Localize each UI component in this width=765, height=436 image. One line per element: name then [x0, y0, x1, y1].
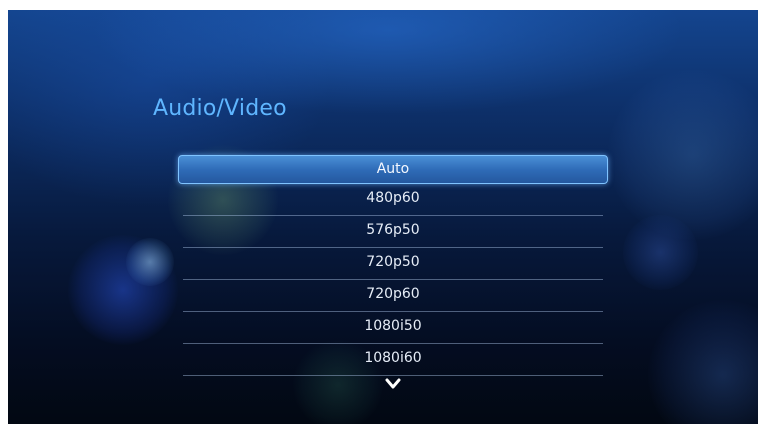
bokeh-light	[608, 70, 758, 240]
resolution-option-720p60[interactable]: 720p60	[183, 280, 603, 312]
bokeh-light	[623, 215, 698, 290]
resolution-option-576p50[interactable]: 576p50	[183, 216, 603, 248]
bokeh-light	[68, 235, 178, 345]
resolution-option-auto[interactable]: Auto	[178, 155, 608, 184]
resolution-option-480p60[interactable]: 480p60	[183, 184, 603, 216]
bokeh-light	[126, 238, 174, 286]
resolution-option-1080i60[interactable]: 1080i60	[183, 344, 603, 376]
page-title: Audio/Video	[153, 96, 287, 121]
resolution-option-1080i50[interactable]: 1080i50	[183, 312, 603, 344]
chevron-down-icon[interactable]	[385, 378, 401, 390]
resolution-list: Auto 480p60 576p50 720p50 720p60 1080i50…	[178, 155, 608, 376]
tv-screen: Audio/Video Auto 480p60 576p50 720p50 72…	[8, 10, 758, 424]
resolution-option-720p50[interactable]: 720p50	[183, 248, 603, 280]
bokeh-light	[648, 300, 758, 424]
